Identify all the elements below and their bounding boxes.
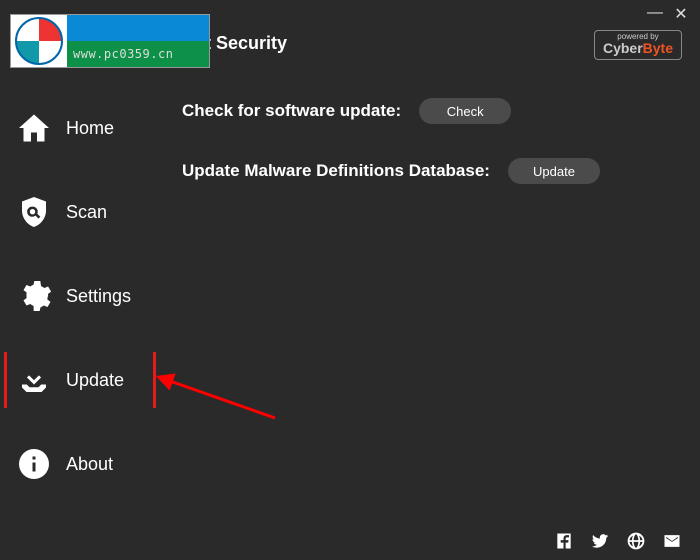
brand-badge: powered by CyberByte bbox=[594, 30, 682, 60]
globe-icon[interactable] bbox=[626, 531, 646, 556]
content-pane: Check for software update: Check Update … bbox=[160, 80, 700, 526]
sidebar: Home Scan Settings Update About bbox=[0, 80, 160, 526]
sidebar-item-about[interactable]: About bbox=[0, 422, 160, 506]
sidebar-item-label: Home bbox=[66, 118, 114, 139]
home-icon bbox=[14, 110, 54, 146]
sidebar-item-label: About bbox=[66, 454, 113, 475]
update-button[interactable]: Update bbox=[508, 158, 600, 184]
update-definitions-label: Update Malware Definitions Database: bbox=[182, 161, 490, 181]
info-icon bbox=[14, 446, 54, 482]
twitter-icon[interactable] bbox=[590, 531, 610, 556]
footer bbox=[0, 526, 700, 560]
close-button[interactable]: ✕ bbox=[672, 4, 690, 24]
brand-name-prefix: Cyber bbox=[603, 40, 643, 56]
check-update-label: Check for software update: bbox=[182, 101, 401, 121]
sidebar-item-settings[interactable]: Settings bbox=[0, 254, 160, 338]
shield-search-icon bbox=[14, 194, 54, 230]
mail-icon[interactable] bbox=[662, 531, 682, 556]
download-icon bbox=[14, 362, 54, 398]
sidebar-item-scan[interactable]: Scan bbox=[0, 170, 160, 254]
sidebar-item-label: Settings bbox=[66, 286, 131, 307]
sidebar-item-label: Update bbox=[66, 370, 124, 391]
watermark-logo: www.pc0359.cn bbox=[10, 14, 210, 68]
sidebar-item-home[interactable]: Home bbox=[0, 86, 160, 170]
facebook-icon[interactable] bbox=[554, 531, 574, 556]
title-bar: www.pc0359.cn virus and Internet Securit… bbox=[0, 0, 700, 56]
watermark-circle-icon bbox=[15, 17, 63, 65]
check-button[interactable]: Check bbox=[419, 98, 511, 124]
gear-icon bbox=[14, 278, 54, 314]
sidebar-item-label: Scan bbox=[66, 202, 107, 223]
brand-name-bold: Byte bbox=[643, 40, 673, 56]
watermark-url: www.pc0359.cn bbox=[67, 41, 209, 67]
minimize-button[interactable]: — bbox=[646, 4, 664, 24]
sidebar-item-update[interactable]: Update bbox=[0, 338, 160, 422]
